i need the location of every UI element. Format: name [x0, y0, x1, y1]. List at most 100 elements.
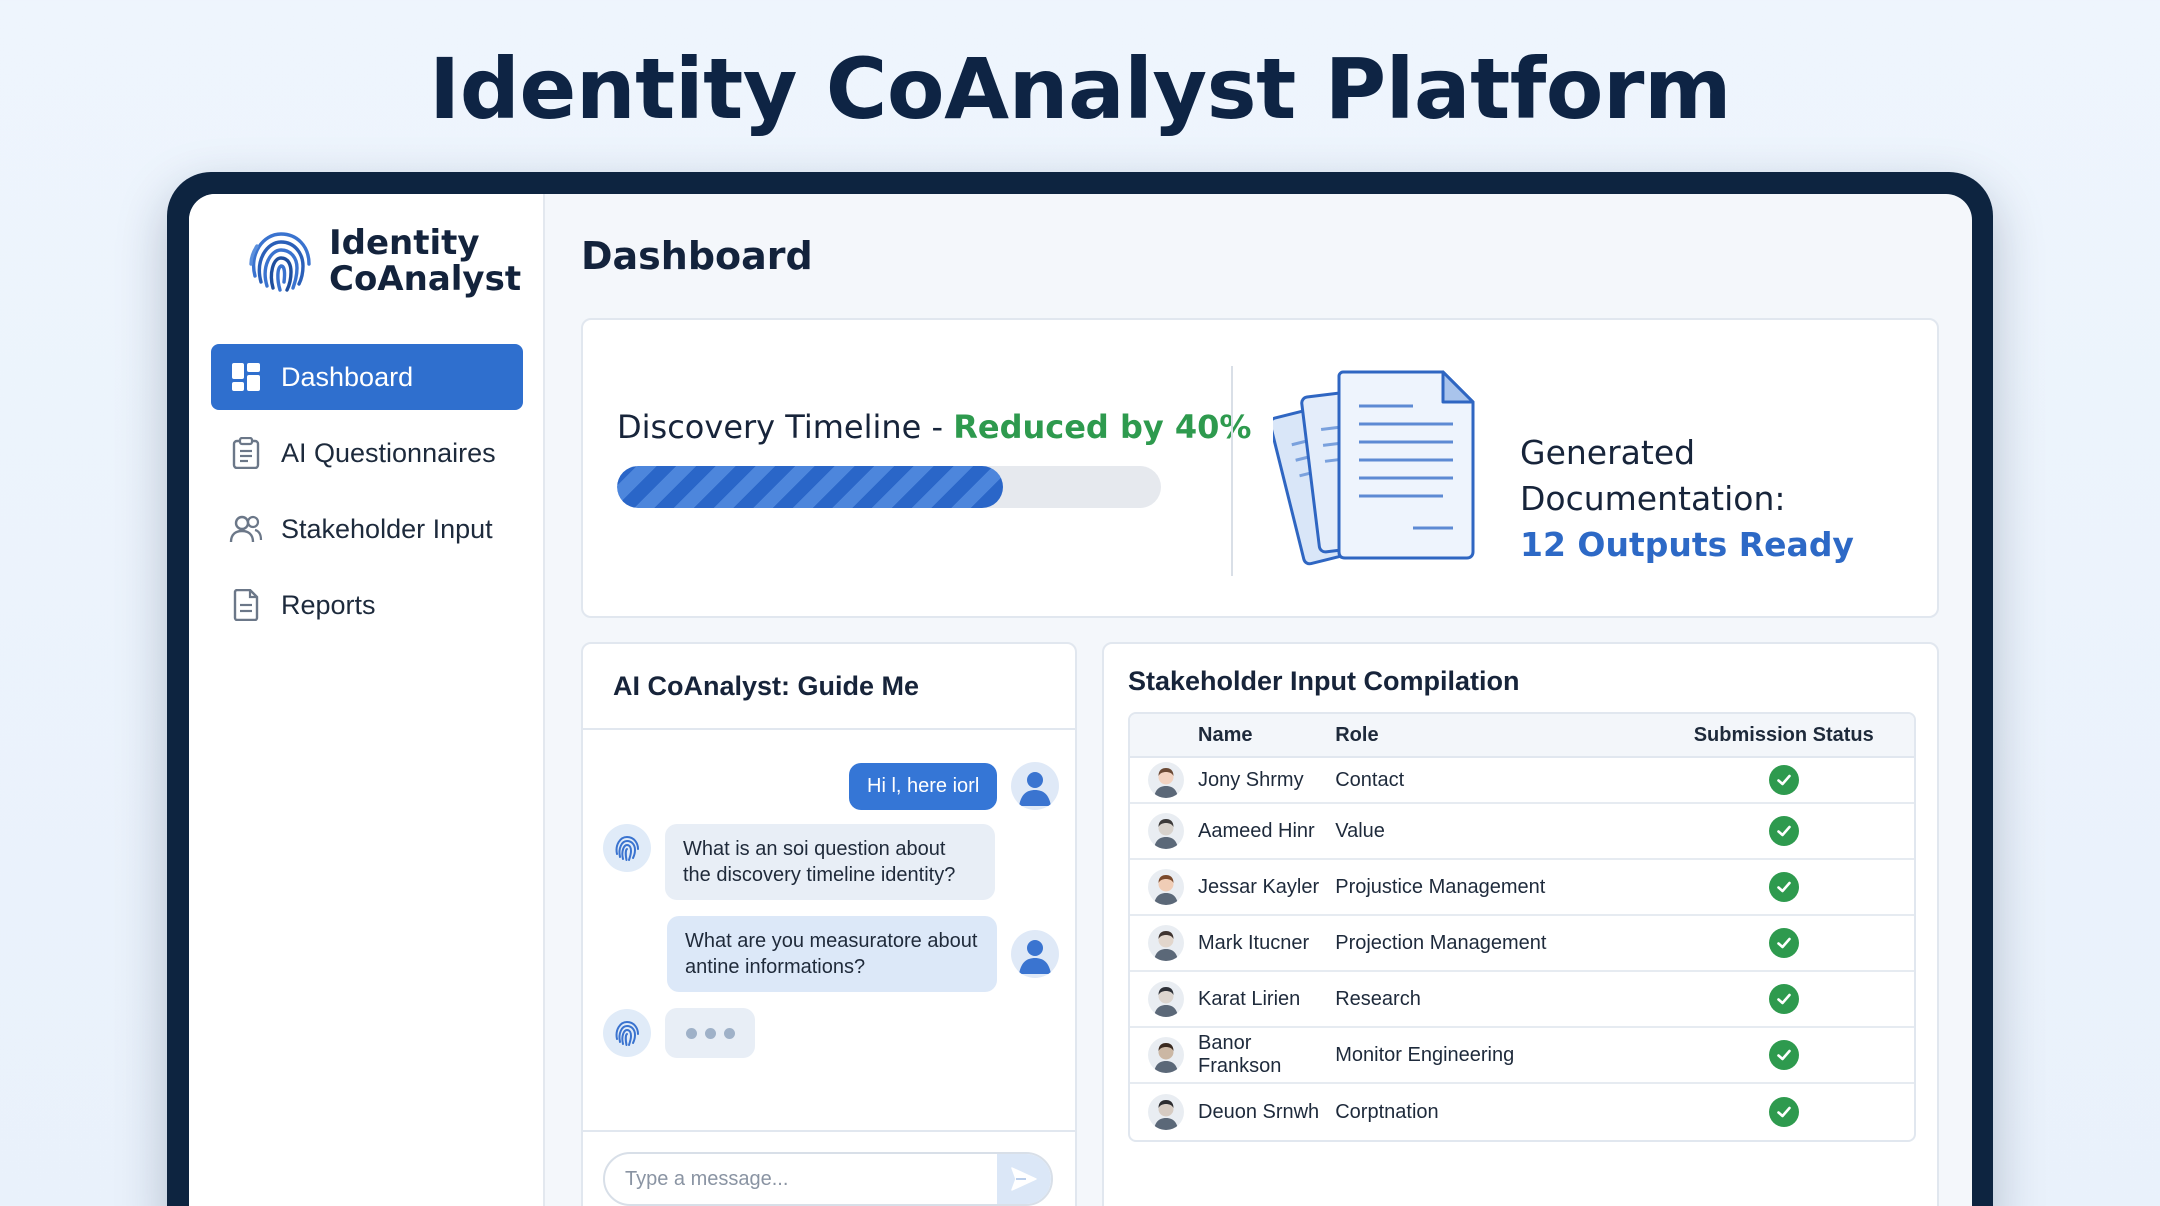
user-avatar-icon [1011, 762, 1060, 810]
generated-documentation-value: 12 Outputs Ready [1520, 525, 1854, 564]
table-body: Jony Shrmy Contact Aameed Hinr Value Jessar … [1130, 758, 1914, 1140]
chat-message-user-2: What are you measuratore about antine in… [667, 916, 1059, 992]
sidebar-item-ai-questionnaires[interactable]: AI Questionnaires [211, 420, 523, 486]
table-row[interactable]: Jessar Kayler Projustice Management [1130, 860, 1914, 916]
table-row[interactable]: Jony Shrmy Contact [1130, 758, 1914, 804]
cell-role: Monitor Engineering [1335, 1043, 1515, 1066]
ai-coanalyst-chat: AI CoAnalyst: Guide Me Hi l, here iorl W… [581, 642, 1077, 1206]
table-row[interactable]: Karat Lirien Research [1130, 972, 1914, 1028]
sidebar-item-stakeholder-input[interactable]: Stakeholder Input [211, 496, 523, 562]
typing-indicator [665, 1008, 755, 1058]
logo-line-1: Identity [329, 223, 480, 263]
sidebar-item-dashboard[interactable]: Dashboard [211, 344, 523, 410]
users-icon [229, 512, 263, 546]
chat-input-box [603, 1152, 1053, 1206]
check-circle-icon [1768, 1097, 1799, 1127]
document-icon [229, 588, 263, 622]
discovery-timeline-label: Discovery Timeline - Reduced by 40% [617, 408, 1251, 446]
column-header-status[interactable]: Submission Status [1653, 724, 1914, 747]
stakeholder-input-card: Stakeholder Input Compilation Name Role … [1102, 642, 1939, 1206]
clipboard-icon [229, 436, 263, 470]
chat-bubble-user-2: What are you measuratore about antine in… [667, 916, 997, 992]
ai-fingerprint-icon [603, 824, 651, 872]
logo-line-2: CoAnalyst [329, 259, 522, 299]
sidebar-item-label: AI Questionnaires [281, 437, 496, 468]
stakeholder-table-title: Stakeholder Input Compilation [1128, 666, 1520, 696]
sidebar-item-label: Stakeholder Input [281, 513, 493, 544]
cell-status [1653, 984, 1914, 1014]
cell-role: Corptnation [1335, 1100, 1439, 1123]
cell-role: Value [1335, 819, 1385, 842]
sidebar-item-label: Dashboard [281, 361, 414, 392]
column-header-name[interactable]: Name [1130, 714, 1335, 756]
cell-name: Karat Lirien [1130, 972, 1335, 1026]
stakeholder-table: Name Role Submission Status Jony Shrmy Co… [1128, 712, 1916, 1142]
person-name: Karat Lirien [1198, 987, 1301, 1010]
generated-documentation: Generated Documentation: 12 Outputs Read… [1520, 430, 1937, 568]
check-circle-icon [1768, 765, 1799, 795]
sidebar-item-reports[interactable]: Reports [211, 572, 523, 638]
person-avatar [1148, 813, 1184, 849]
fingerprint-logo-icon [249, 232, 311, 292]
person-name: Mark Itucner [1198, 931, 1310, 954]
chat-typing-row [603, 1008, 755, 1058]
check-circle-icon [1768, 816, 1799, 846]
chat-bubble-user: Hi l, here iorl [849, 762, 998, 810]
cell-name: Jony Shrmy [1130, 758, 1335, 802]
summary-card: Discovery Timeline - Reduced by 40% Gene… [581, 318, 1939, 618]
person-name: Deuon Srnwh [1198, 1100, 1320, 1123]
chat-message-ai: What is an soi question about the discov… [603, 824, 995, 900]
app-screen: Identity CoAnalyst Dashboard AI Question… [189, 194, 1972, 1206]
chat-message-input[interactable] [605, 1154, 997, 1204]
check-circle-icon [1768, 928, 1799, 958]
cell-name: Aameed Hinr [1130, 804, 1335, 858]
person-avatar [1148, 869, 1184, 905]
check-circle-icon [1768, 984, 1799, 1014]
dashboard-icon [229, 360, 263, 394]
person-avatar [1148, 1037, 1184, 1073]
person-avatar [1148, 1094, 1184, 1130]
person-avatar [1148, 981, 1184, 1017]
cell-status [1653, 1097, 1914, 1127]
chat-title: AI CoAnalyst: Guide Me [583, 644, 1075, 730]
send-icon [1011, 1167, 1037, 1191]
cell-role: Research [1335, 987, 1421, 1010]
timeline-progress-bar [617, 466, 1161, 508]
app-logo[interactable]: Identity CoAnalyst [243, 224, 521, 298]
table-row[interactable]: Banor Frankson Monitor Engineering [1130, 1028, 1914, 1084]
table-row[interactable]: Deuon Srnwh Corptnation [1130, 1084, 1914, 1140]
summary-divider [1231, 366, 1233, 576]
cell-role: Projustice Management [1335, 875, 1546, 898]
cell-role: Projection Management [1335, 931, 1547, 954]
chat-bubble-ai: What is an soi question about the discov… [665, 824, 995, 900]
cell-name: Banor Frankson [1130, 1028, 1335, 1082]
timeline-highlight: Reduced by 40% [953, 408, 1252, 446]
check-circle-icon [1768, 1040, 1799, 1070]
cell-role: Contact [1335, 768, 1405, 791]
cell-status [1653, 928, 1914, 958]
sidebar: Identity CoAnalyst Dashboard AI Question… [189, 194, 545, 1206]
send-button[interactable] [997, 1154, 1051, 1204]
cell-status [1653, 765, 1914, 795]
app-logo-text: Identity CoAnalyst [329, 225, 521, 297]
check-circle-icon [1768, 872, 1799, 902]
cell-status [1653, 816, 1914, 846]
cell-status [1653, 872, 1914, 902]
ai-fingerprint-icon [603, 1009, 651, 1057]
chat-footer-divider [583, 1130, 1075, 1132]
column-header-role[interactable]: Role [1335, 724, 1653, 747]
person-name: Aameed Hinr [1198, 819, 1315, 842]
cell-name: Mark Itucner [1130, 916, 1335, 970]
person-name: Jony Shrmy [1198, 768, 1304, 791]
documents-stack-icon [1273, 370, 1475, 566]
cell-status [1653, 1040, 1914, 1070]
page-banner-title: Identity CoAnalyst Platform [429, 40, 1731, 138]
cell-name: Jessar Kayler [1130, 860, 1335, 914]
person-name: Jessar Kayler [1198, 875, 1320, 898]
table-header: Name Role Submission Status [1130, 714, 1914, 758]
table-row[interactable]: Aameed Hinr Value [1130, 804, 1914, 860]
person-avatar [1148, 762, 1184, 798]
table-row[interactable]: Mark Itucner Projection Management [1130, 916, 1914, 972]
user-avatar-icon [1011, 930, 1059, 978]
cell-name: Deuon Srnwh [1130, 1084, 1335, 1140]
